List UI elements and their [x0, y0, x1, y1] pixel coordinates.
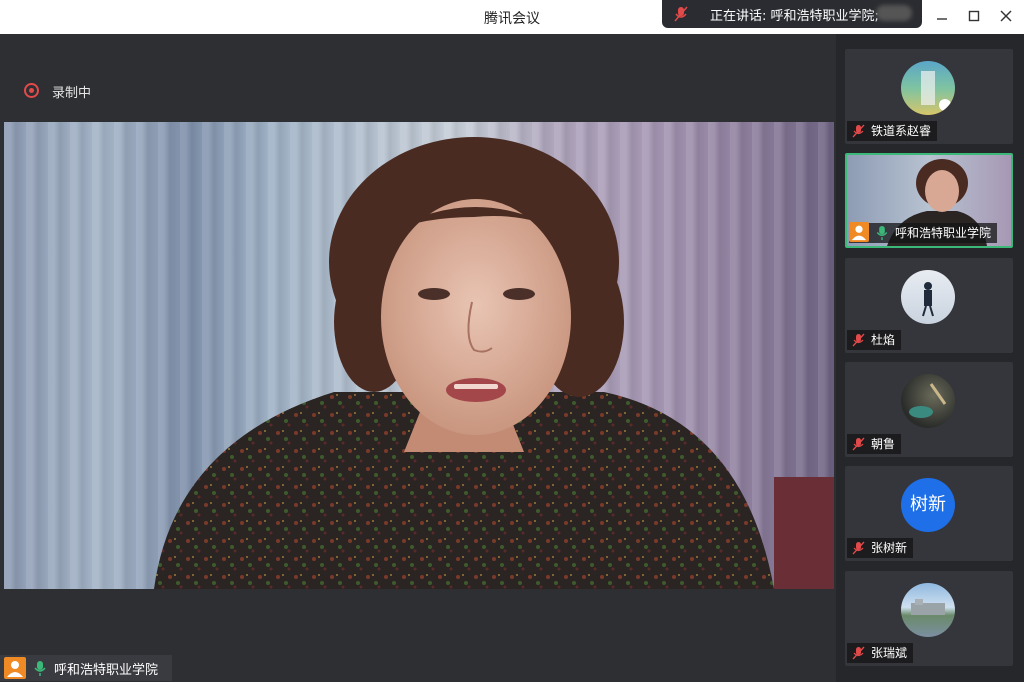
mic-muted-icon: [852, 437, 865, 451]
mic-muted-icon: [674, 6, 688, 22]
main-video-name-tag: 呼和浩特职业学院: [0, 655, 172, 681]
participant-label: 朝鲁: [847, 434, 902, 454]
participant-tile[interactable]: 朝鲁: [845, 362, 1013, 457]
host-avatar-icon: [4, 657, 26, 679]
participant-sidebar: 铁道系赵睿 呼和浩特职业学院 杜焰 朝鲁 树新 张树新 张瑞斌: [836, 34, 1024, 682]
participant-avatar: [901, 583, 955, 637]
main-stage: 录制中 呼和浩特职业学院: [0, 34, 836, 682]
main-participant-name: 呼和浩特职业学院: [54, 663, 159, 678]
close-icon[interactable]: [994, 6, 1018, 28]
blurred-name: [876, 5, 912, 21]
participant-name: 呼和浩特职业学院: [895, 226, 992, 240]
speaking-banner: 正在讲话: 呼和浩特职业学院;: [662, 0, 922, 28]
participant-label: 杜焰: [847, 330, 902, 350]
mic-on-icon: [876, 225, 888, 240]
maximize-icon[interactable]: [962, 6, 986, 28]
speaker-figure: [154, 137, 834, 589]
participant-tile[interactable]: 张瑞斌: [845, 571, 1013, 666]
mic-on-icon: [34, 661, 46, 676]
mic-muted-icon: [852, 646, 865, 660]
participant-name: 张树新: [871, 541, 908, 555]
participant-text-avatar: 树新: [901, 478, 955, 532]
participant-tile[interactable]: 铁道系赵睿: [845, 49, 1013, 144]
host-avatar-icon: [849, 222, 869, 242]
speaking-text: 正在讲话: 呼和浩特职业学院;: [710, 9, 879, 24]
participant-name: 杜焰: [871, 333, 896, 347]
participant-name: 朝鲁: [871, 437, 896, 451]
minimize-icon[interactable]: [930, 6, 954, 28]
participant-avatar: [901, 270, 955, 324]
participant-name: 张瑞斌: [871, 646, 908, 660]
participant-label: 张瑞斌: [847, 643, 914, 663]
participant-label: 呼和浩特职业学院: [849, 222, 998, 243]
mic-muted-icon: [852, 333, 865, 347]
mic-muted-icon: [852, 124, 865, 138]
mic-muted-icon: [852, 541, 865, 555]
title-bar: 腾讯会议 正在讲话: 呼和浩特职业学院;: [0, 0, 1024, 34]
participant-label: 铁道系赵睿: [847, 121, 938, 141]
participant-name: 铁道系赵睿: [871, 124, 932, 138]
participant-avatar: [901, 61, 955, 115]
main-video[interactable]: [4, 122, 834, 589]
participant-label: 张树新: [847, 538, 914, 558]
participant-avatar: [901, 374, 955, 428]
record-icon: [24, 83, 39, 98]
participant-tile[interactable]: 树新 张树新: [845, 466, 1013, 561]
recording-label: 录制中: [52, 86, 92, 101]
participant-tile[interactable]: 杜焰: [845, 258, 1013, 353]
participant-tile-active[interactable]: 呼和浩特职业学院: [845, 153, 1013, 248]
